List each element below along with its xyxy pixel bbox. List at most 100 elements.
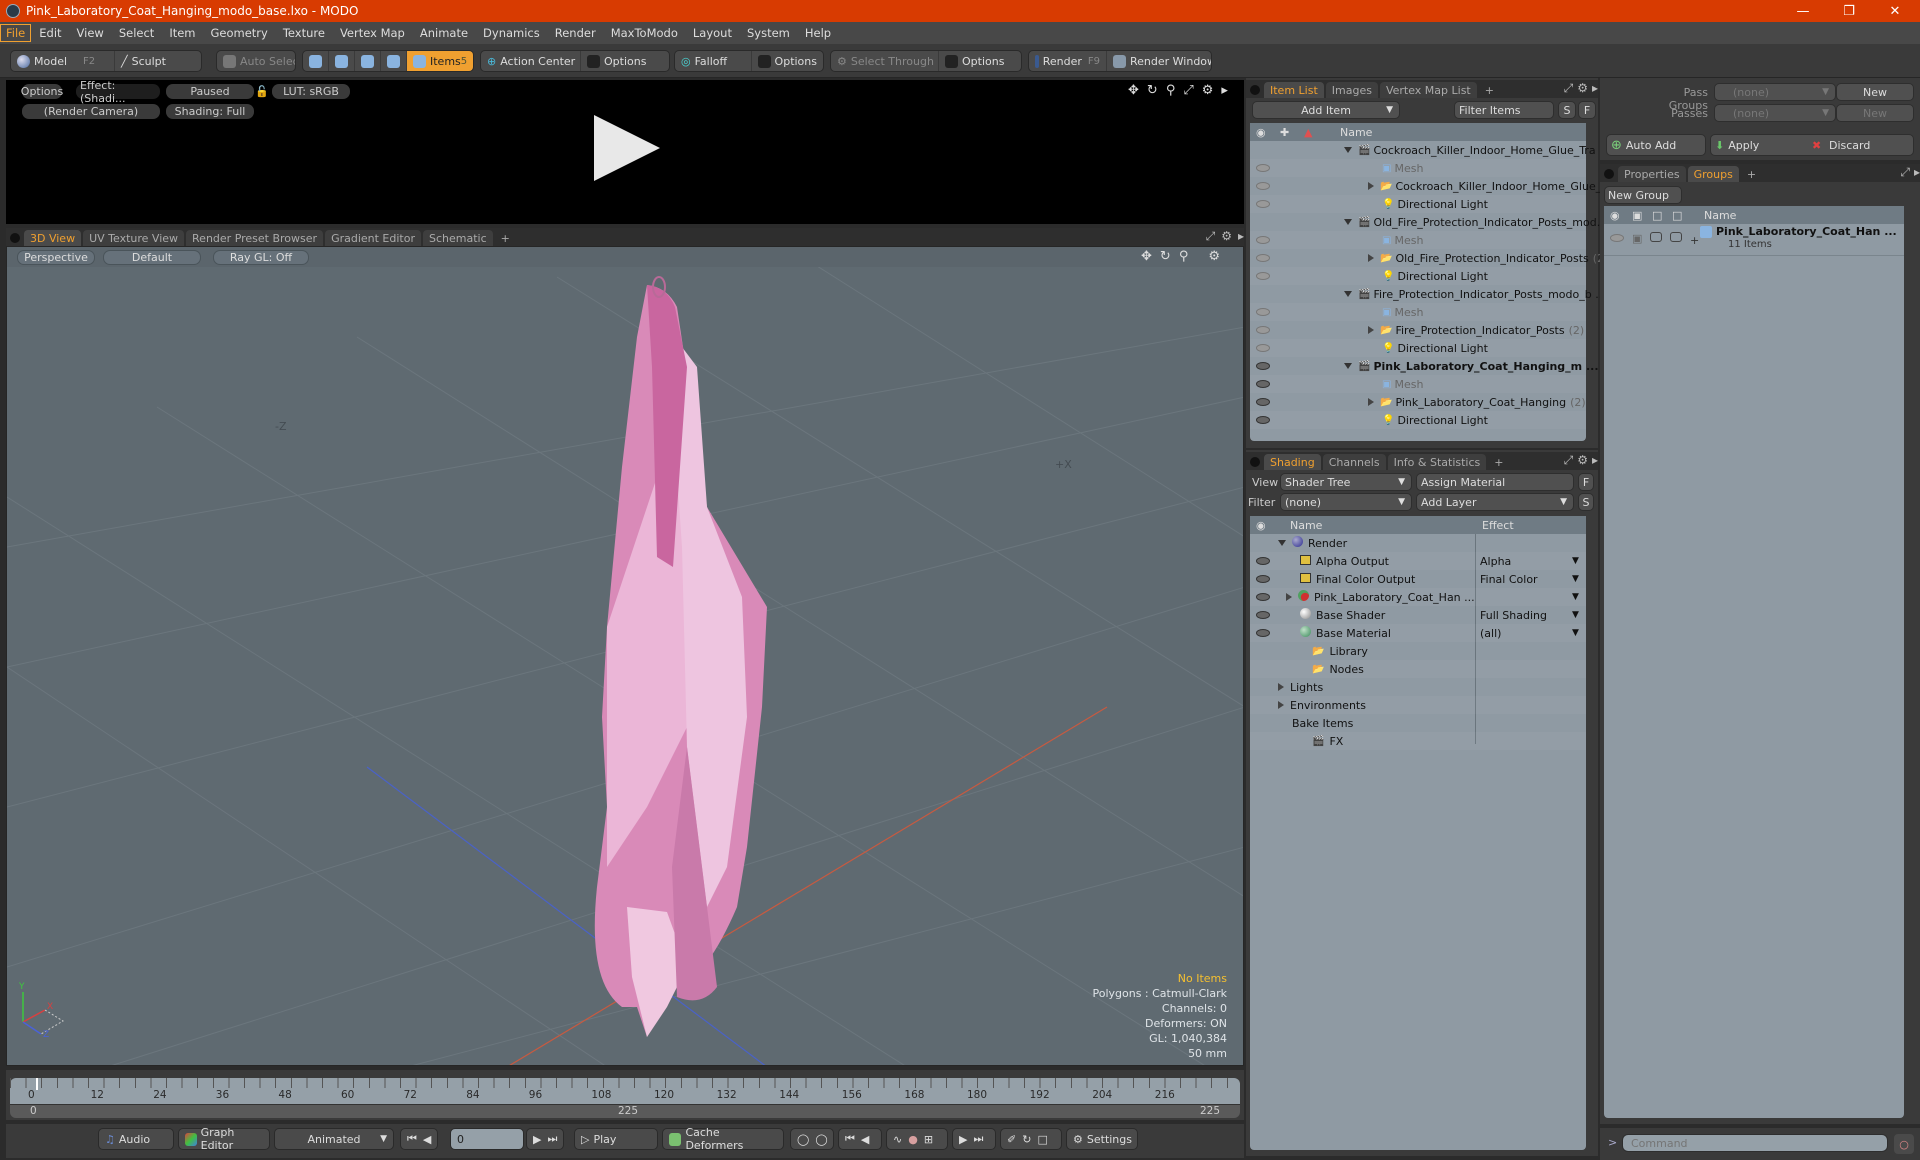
apply-arrow-icon[interactable]: ⬇ xyxy=(1715,139,1724,152)
apply-button[interactable]: Apply xyxy=(1728,139,1759,152)
pan-icon[interactable]: ✥ xyxy=(1128,83,1139,98)
style-dropdown[interactable]: Default xyxy=(103,250,201,265)
pass-groups-dropdown[interactable]: (none) ▼ xyxy=(1714,83,1836,101)
perspective-dropdown[interactable]: Perspective xyxy=(17,250,95,265)
visibility-eye-icon[interactable] xyxy=(1256,308,1270,316)
step-forward-icon[interactable]: ▶ xyxy=(533,1133,541,1146)
visibility-eye-icon[interactable] xyxy=(1256,416,1270,424)
render-window-button[interactable]: Render Window xyxy=(1107,51,1211,71)
action-center-button[interactable]: ⊕ Action Center xyxy=(481,51,581,71)
expand-triangle-icon[interactable] xyxy=(1286,593,1292,601)
play-button[interactable]: ▷ Play xyxy=(574,1128,658,1150)
visibility-eye-icon[interactable] xyxy=(1256,611,1270,619)
settings-button[interactable]: ⚙ Settings xyxy=(1066,1128,1138,1150)
pan-icon[interactable]: ✥ xyxy=(1141,249,1152,264)
item-list-row[interactable]: 💡 Directional Light xyxy=(1250,267,1586,285)
auto-add-button[interactable]: ⊕ Auto Add xyxy=(1606,134,1706,156)
tab-gradient-editor[interactable]: Gradient Editor xyxy=(325,230,421,246)
tab-uv-texture-view[interactable]: UV Texture View xyxy=(83,230,185,246)
restore-button[interactable]: ❐ xyxy=(1826,0,1872,22)
prev-key2-icon[interactable]: ◀ xyxy=(861,1133,869,1146)
maximize-icon[interactable]: ⤢ xyxy=(1206,229,1216,244)
rotate-icon[interactable]: ↻ xyxy=(1147,83,1158,98)
visibility-eye-icon[interactable] xyxy=(1256,254,1270,262)
visibility-eye-icon[interactable] xyxy=(1256,272,1270,280)
item-list-row[interactable]: ▣ Mesh xyxy=(1250,303,1586,321)
gear-icon[interactable]: ⚙ xyxy=(1577,81,1588,96)
loop-icon[interactable]: ↻ xyxy=(1022,1133,1031,1146)
current-frame-marker[interactable] xyxy=(36,1078,38,1090)
menu-file[interactable]: File xyxy=(0,24,32,42)
shader-tree-row[interactable]: Pink_Laboratory_Coat_Han ... ▼ xyxy=(1250,588,1586,606)
go-to-end-icon[interactable]: ⏭ xyxy=(547,1132,557,1146)
passes-dropdown[interactable]: (none) ▼ xyxy=(1714,104,1836,122)
f-button[interactable]: F xyxy=(1578,101,1596,119)
frame-input[interactable]: 0 xyxy=(450,1128,524,1150)
gear-icon[interactable]: ⚙ xyxy=(1221,229,1232,244)
menu-layout[interactable]: Layout xyxy=(686,24,739,42)
render-button[interactable]: Render F9 xyxy=(1029,51,1107,71)
audio-button[interactable]: ♫ Audio xyxy=(98,1128,174,1150)
s-button[interactable]: S xyxy=(1558,101,1576,119)
effect-dropdown[interactable]: Alpha xyxy=(1480,555,1511,568)
vertices-mode-button[interactable] xyxy=(303,51,329,71)
add-tab-button[interactable]: + xyxy=(495,230,516,246)
visibility-eye-icon[interactable] xyxy=(1256,182,1270,190)
group-row[interactable]: ▣ + Pink_Laboratory_Coat_Han ... 11 Item… xyxy=(1604,224,1904,256)
expand-triangle-icon[interactable] xyxy=(1368,398,1374,406)
menu-item[interactable]: Item xyxy=(162,24,202,42)
paused-button[interactable]: Paused xyxy=(166,84,254,99)
graph-editor-button[interactable]: Graph Editor xyxy=(178,1126,270,1152)
lock-toggle[interactable] xyxy=(1650,232,1662,242)
item-list-row[interactable]: ▣ Mesh xyxy=(1250,159,1586,177)
expand-arrow-icon[interactable]: ▸ xyxy=(1914,165,1920,180)
collapse-triangle-icon[interactable] xyxy=(1344,147,1352,153)
chevron-down-icon[interactable]: ▼ xyxy=(1572,556,1579,566)
select-toggle[interactable] xyxy=(1670,232,1682,242)
expand-arrow-icon[interactable]: ▸ xyxy=(1592,453,1598,468)
action-center-options-button[interactable]: Options xyxy=(581,51,652,71)
model-mode-button[interactable]: Model F2 xyxy=(11,51,115,71)
item-list-row[interactable]: 💡 Directional Light xyxy=(1250,195,1586,213)
select-through-button[interactable]: ⚙ Select Through xyxy=(831,51,939,71)
shader-tree-row[interactable]: 📂 Library xyxy=(1250,642,1586,660)
menu-edit[interactable]: Edit xyxy=(32,24,68,42)
item-list-row[interactable]: 📂 Pink_Laboratory_Coat_Hanging (2) xyxy=(1250,393,1586,411)
step-back-icon[interactable]: ◀ xyxy=(423,1133,431,1146)
shader-tree-row[interactable]: Base Material (all) ▼ xyxy=(1250,624,1586,642)
add-tab-button[interactable]: + xyxy=(1488,454,1509,470)
maximize-icon[interactable]: ⤢ xyxy=(1564,453,1574,468)
tab-shading[interactable]: Shading xyxy=(1264,454,1321,470)
shader-tree-row[interactable]: Bake Items xyxy=(1250,714,1586,732)
render-camera-dropdown[interactable]: (Render Camera) xyxy=(22,104,160,119)
item-list-row[interactable]: ▣ Mesh xyxy=(1250,375,1586,393)
new-pass-group-button[interactable]: New xyxy=(1836,83,1914,101)
expand-arrow-icon[interactable]: ▸ xyxy=(1592,81,1598,96)
tab-schematic[interactable]: Schematic xyxy=(423,230,493,246)
chevron-down-icon[interactable]: ▼ xyxy=(1572,628,1579,638)
menu-maxtomodo[interactable]: MaxToModo xyxy=(604,24,685,42)
chevron-down-icon[interactable]: ▼ xyxy=(1572,610,1579,620)
visibility-eye-icon[interactable] xyxy=(1256,344,1270,352)
add-tab-button[interactable]: + xyxy=(1741,166,1762,182)
gear-icon[interactable]: ⚙ xyxy=(1208,249,1220,264)
record-macro-icon[interactable]: ○ xyxy=(1894,1134,1914,1154)
tab-groups[interactable]: Groups xyxy=(1687,166,1739,182)
new-pass-button[interactable]: New xyxy=(1836,104,1914,122)
prev-key-icon[interactable]: ⏮ xyxy=(845,1132,855,1146)
edges-mode-button[interactable] xyxy=(329,51,355,71)
falloff-button[interactable]: ◎ Falloff xyxy=(675,51,752,71)
lock-icon[interactable]: 🔓 xyxy=(255,84,269,99)
item-list-row[interactable]: 💡 Directional Light xyxy=(1250,339,1586,357)
item-list-row[interactable]: 🎬 Pink_Laboratory_Coat_Hanging_m ... xyxy=(1250,357,1599,375)
expand-triangle-icon[interactable] xyxy=(1278,683,1284,691)
zoom-icon[interactable]: ⚲ xyxy=(1179,249,1189,264)
effect-dropdown[interactable]: Effect: (Shadi... xyxy=(76,79,160,105)
item-list-row[interactable]: 📂 Fire_Protection_Indicator_Posts (2) xyxy=(1250,321,1586,339)
visibility-eye-icon[interactable] xyxy=(1256,557,1270,565)
3d-viewport[interactable]: -Z +X Y X Z Perspective Default Ray GL: … xyxy=(6,246,1244,1066)
menu-vertex-map[interactable]: Vertex Map xyxy=(333,24,412,42)
play-preview-icon[interactable] xyxy=(594,115,660,181)
menu-system[interactable]: System xyxy=(740,24,797,42)
go-to-start-icon[interactable]: ⏮ xyxy=(407,1132,417,1146)
